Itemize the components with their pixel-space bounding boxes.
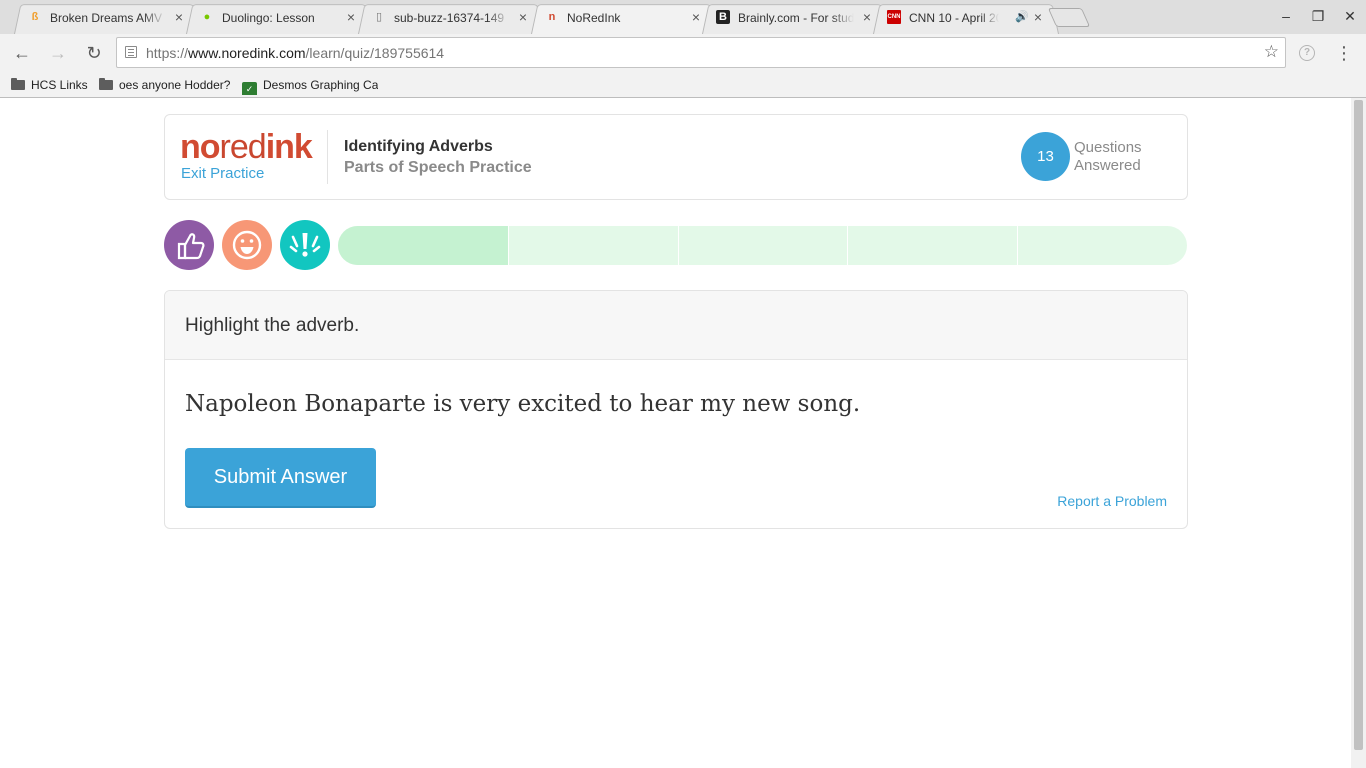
tab-title: Duolingo: Lesson [222,11,315,25]
exit-practice-link[interactable]: Exit Practice [181,165,264,183]
minimize-button[interactable]: – [1275,6,1297,26]
tab-duolingo[interactable]: ● Duolingo: Lesson × [186,2,372,35]
questions-answered-label: Questions Answered [1074,139,1142,174]
tab-sub-buzz[interactable]: ▯ sub-buzz-16374-149 × [358,2,544,35]
close-icon[interactable]: × [172,10,186,24]
folder-icon [99,78,113,90]
noredink-icon: n [548,11,556,23]
window-close-button[interactable]: ✕ [1339,6,1361,26]
brainly-icon: B [716,10,730,24]
back-button[interactable]: ← [10,41,34,65]
bookmark-hcs-links[interactable]: HCS Links [11,75,88,95]
tab-title: Broken Dreams AMV [50,11,163,25]
highlightable-sentence[interactable]: Napoleon Bonaparte is very excited to he… [185,390,860,418]
report-problem-link[interactable]: Report a Problem [1057,492,1167,510]
bookmark-star-icon[interactable]: ☆ [1264,42,1279,62]
questions-answered-count: 13 [1021,132,1070,181]
speaker-icon[interactable]: 🔊 [1015,10,1029,24]
address-bar[interactable]: https://www.noredink.com/learn/quiz/1897… [116,37,1286,68]
progress-segment-divider [678,226,679,265]
tab-broken-dreams[interactable]: ß Broken Dreams AMV × [14,2,200,35]
exclamation-burst-icon [280,220,330,270]
progress-segment-divider [847,226,848,265]
noredink-logo[interactable]: noredink [180,129,313,165]
bookmark-label: oes anyone Hodder? [119,78,231,92]
close-icon[interactable]: × [344,10,358,24]
mastery-progress-bar [338,226,1187,265]
browser-toolbar: ← → ↻ https://www.noredink.com/learn/qui… [0,34,1366,72]
submit-answer-button[interactable]: Submit Answer [185,448,376,508]
tab-noredink[interactable]: n NoRedInk × [531,2,717,35]
progress-segment-divider [1017,226,1018,265]
tab-strip: ß Broken Dreams AMV × ● Duolingo: Lesson… [0,0,1366,35]
question-card: Highlight the adverb. Napoleon Bonaparte… [164,290,1188,529]
bookmark-label: HCS Links [31,78,88,92]
browser-menu-icon[interactable]: ⋮ [1335,42,1353,64]
tab-cnn[interactable]: CNN CNN 10 - April 20 🔊 × [873,2,1059,35]
bookmark-desmos[interactable]: ✓ Desmos Graphing Ca [242,75,378,95]
close-icon[interactable]: × [516,10,530,24]
tab-title: CNN 10 - April 20 [909,11,999,25]
tab-brainly[interactable]: B Brainly.com - For students × [702,2,888,35]
tab-title: NoRedInk [567,11,621,25]
question-prompt: Highlight the adverb. [185,315,360,336]
quiz-title: Identifying Adverbs [344,138,493,155]
tab-title: sub-buzz-16374-149 [394,11,505,25]
page-scrollbar[interactable] [1351,98,1366,768]
file-icon: ▯ [375,11,383,23]
close-icon[interactable]: × [689,10,703,24]
prompt-bar: Highlight the adverb. [165,291,1187,360]
book-icon: ß [31,11,39,23]
progress-segment-divider [508,226,509,265]
smiley-icon [222,220,272,270]
extension-icon[interactable]: ? [1299,45,1315,61]
reload-button[interactable]: ↻ [82,41,106,65]
thumbs-up-icon [164,220,214,270]
url-path: /learn/quiz/189755614 [305,45,445,61]
page-info-icon[interactable] [125,46,137,58]
restore-button[interactable]: ❐ [1307,6,1329,26]
url-host: www.noredink.com [188,45,306,61]
url-scheme: https:// [146,45,189,61]
quiz-header: noredink Exit Practice Identifying Adver… [164,114,1188,200]
tab-title: Brainly.com - For students [738,11,854,25]
new-tab-button[interactable] [1047,8,1091,27]
scrollbar-thumb[interactable] [1354,100,1363,750]
owl-icon: ● [203,11,211,23]
close-icon[interactable]: × [860,10,874,24]
mastery-progress-fill [338,226,508,265]
cnn-icon: CNN [887,10,901,24]
bookmarks-bar: HCS Links oes anyone Hodder? ✓ Desmos Gra… [0,72,1366,98]
bookmark-label: Desmos Graphing Ca [263,78,378,92]
quiz-subtitle: Parts of Speech Practice [344,159,532,176]
bookmark-hodder[interactable]: oes anyone Hodder? [99,75,230,95]
forward-button[interactable]: → [46,41,70,65]
desmos-icon: ✓ [242,82,257,95]
close-icon[interactable]: × [1031,10,1045,24]
url-text[interactable]: https://www.noredink.com/learn/quiz/1897… [146,45,444,61]
folder-icon [11,78,25,90]
header-divider [327,130,328,184]
